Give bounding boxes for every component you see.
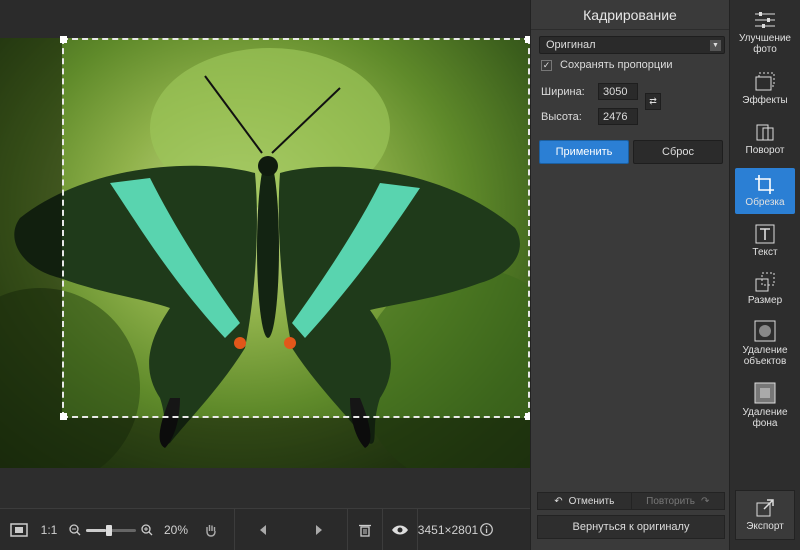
undo-icon: ↶ — [554, 495, 563, 507]
zoom-out-icon[interactable] — [68, 523, 82, 536]
crop-icon — [755, 175, 774, 194]
zoom-percent: 20% — [163, 522, 189, 537]
tool-enhance[interactable]: Улучшение фото — [735, 10, 795, 66]
canvas-bottom-margin — [0, 468, 530, 508]
eye-icon — [392, 525, 408, 534]
crop-preset-dropdown[interactable]: Оригинал ▼ — [539, 36, 725, 54]
fit-screen-button[interactable] — [0, 522, 38, 537]
zoom-slider-fill — [86, 528, 106, 532]
image-size-readout: 3451×2801 — [417, 522, 479, 537]
tool-text[interactable]: Текст — [735, 224, 795, 268]
revert-to-original-button[interactable]: Вернуться к оригиналу — [537, 515, 725, 539]
arrow-left-icon — [260, 524, 266, 535]
apply-button[interactable]: Применить — [539, 140, 629, 164]
tool-resize[interactable]: Размер — [735, 272, 795, 316]
resize-icon — [755, 272, 775, 292]
previous-image-button[interactable] — [235, 524, 291, 536]
app-window: 1:1 20% 3451×2801 Кадрирование Оригинал … — [0, 0, 800, 550]
delete-button[interactable] — [348, 523, 382, 537]
arrow-right-icon — [316, 524, 322, 535]
history-controls: ↶ Отменить Повторить ↷ — [537, 492, 725, 510]
tool-label: Поворот — [745, 145, 785, 156]
chevron-down-icon: ▼ — [710, 40, 721, 51]
preview-toggle-button[interactable] — [383, 524, 417, 536]
zoom-slider-handle[interactable] — [106, 524, 112, 536]
hand-icon — [206, 524, 216, 537]
background-removal-icon — [754, 382, 776, 404]
butterfly-photo[interactable] — [0, 38, 530, 468]
tool-rotate[interactable]: Поворот — [735, 122, 795, 166]
tool-object-removal[interactable]: Удаление объектов — [735, 320, 795, 376]
zoom-in-icon[interactable] — [140, 523, 154, 536]
width-label: Ширина: — [541, 86, 585, 98]
effects-icon — [755, 72, 775, 91]
hand-tool-button[interactable] — [198, 523, 224, 537]
export-label: Экспорт — [746, 521, 784, 532]
export-button[interactable]: Экспорт — [735, 490, 795, 540]
tool-label: Обрезка — [745, 197, 785, 208]
height-input[interactable]: 2476 — [598, 108, 638, 125]
reset-button[interactable]: Сброс — [633, 140, 723, 164]
tool-label: Удаление фона — [742, 407, 788, 429]
crop-shade-left — [0, 38, 62, 468]
width-input[interactable]: 3050 — [598, 83, 638, 100]
rotate-icon — [756, 124, 774, 141]
tool-label: Эффекты — [742, 95, 788, 106]
redo-button[interactable]: Повторить ↷ — [632, 493, 725, 509]
object-removal-icon — [754, 320, 776, 342]
info-button[interactable] — [478, 523, 494, 536]
tool-background-removal[interactable]: Удаление фона — [735, 382, 795, 438]
height-label: Высота: — [541, 111, 582, 123]
export-icon — [756, 499, 774, 517]
sliders-icon — [755, 12, 775, 28]
crop-preset-value: Оригинал — [546, 39, 596, 51]
keep-proportions-checkbox[interactable]: ✓ Сохранять пропорции — [541, 59, 673, 71]
undo-label: Отменить — [568, 495, 615, 507]
redo-icon: ↷ — [700, 495, 710, 507]
bottom-toolbar: 1:1 20% 3451×2801 — [0, 508, 530, 550]
swap-dimensions-button[interactable]: ⇄ — [645, 93, 661, 110]
next-image-button[interactable] — [291, 524, 347, 536]
zoom-slider[interactable] — [86, 524, 136, 536]
fit-screen-icon — [10, 522, 28, 537]
text-icon — [755, 224, 775, 244]
undo-button[interactable]: ↶ Отменить — [538, 493, 632, 509]
butterfly-icon — [14, 75, 520, 448]
info-icon — [479, 523, 493, 536]
crop-panel: Кадрирование Оригинал ▼ ✓ Сохранять проп… — [530, 0, 730, 550]
checkmark-icon: ✓ — [541, 59, 552, 71]
panel-title: Кадрирование — [531, 0, 729, 30]
tool-label: Удаление объектов — [742, 345, 788, 367]
tool-label: Размер — [747, 295, 783, 306]
redo-label: Повторить — [646, 495, 695, 507]
crop-shade-bottom — [62, 418, 530, 468]
tool-label: Улучшение фото — [739, 33, 791, 55]
trash-icon — [359, 524, 371, 537]
actual-size-button[interactable]: 1:1 — [38, 523, 60, 537]
tool-effects[interactable]: Эффекты — [735, 72, 795, 116]
tool-label: Текст — [752, 247, 778, 258]
image-canvas[interactable] — [0, 0, 532, 508]
keep-proportions-label: Сохранять пропорции — [560, 59, 673, 71]
swap-icon: ⇄ — [649, 96, 657, 106]
canvas-top-margin — [0, 0, 530, 38]
tool-crop[interactable]: Обрезка — [735, 168, 795, 214]
tools-sidebar: Улучшение фото Эффекты Поворот Обрезка Т… — [730, 0, 800, 550]
